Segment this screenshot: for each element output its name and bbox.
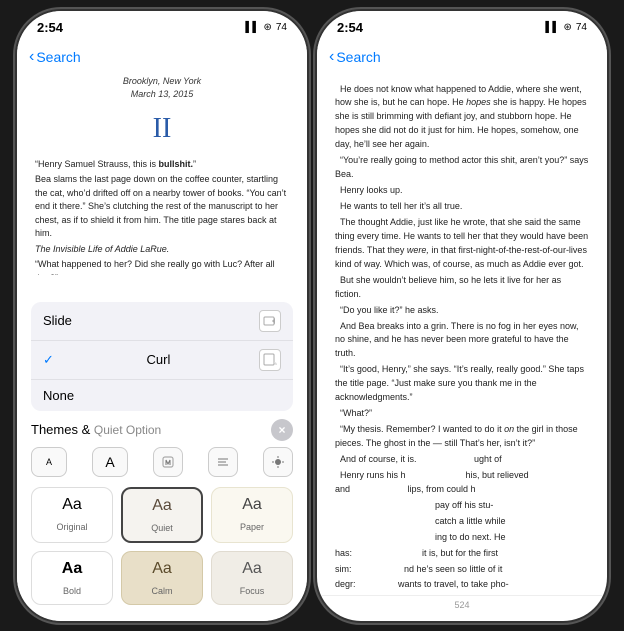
nav-bar-right: ‹ Search xyxy=(317,39,607,75)
theme-paper[interactable]: Aa Paper xyxy=(211,487,293,543)
signal-icon: ▌▌ xyxy=(245,22,259,33)
theme-focus-aa: Aa xyxy=(218,560,286,578)
wifi-icon-right: ⊛ xyxy=(563,22,571,33)
book-chapter: II xyxy=(35,108,289,150)
font-large-button[interactable]: A xyxy=(92,447,128,477)
page-number: 524 xyxy=(317,595,607,614)
font-align-button[interactable] xyxy=(208,447,238,477)
curl-icon xyxy=(259,349,281,371)
theme-focus[interactable]: Aa Focus xyxy=(211,551,293,605)
time-right: 2:54 xyxy=(337,20,363,35)
left-phone: 2:54 ▌▌ ⊛ 74 ‹ Search Brooklyn, New York… xyxy=(17,11,307,621)
theme-paper-label: Paper xyxy=(240,522,264,532)
curl-label: Curl xyxy=(147,352,171,367)
wifi-icon: ⊛ xyxy=(263,22,271,33)
check-icon: ✓ xyxy=(43,352,54,368)
slide-option-curl[interactable]: ✓ Curl xyxy=(31,341,293,380)
theme-original-aa: Aa xyxy=(38,496,106,514)
themes-header: Themes & Quiet Option × xyxy=(31,419,293,441)
right-phone: 2:54 ▌▌ ⊛ 74 ‹ Search He does not know w… xyxy=(317,11,607,621)
theme-bold-label: Bold xyxy=(63,586,81,596)
book-content-left: Brooklyn, New York March 13, 2015 II “He… xyxy=(17,75,307,275)
back-label-right: Search xyxy=(336,49,380,65)
close-button[interactable]: × xyxy=(271,419,293,441)
theme-calm-aa: Aa xyxy=(128,560,196,578)
theme-bold[interactable]: Aa Bold xyxy=(31,551,113,605)
slide-icon xyxy=(259,310,281,332)
battery-right: 74 xyxy=(576,22,587,33)
book-header: Brooklyn, New York March 13, 2015 xyxy=(35,75,289,102)
themes-title: Themes & Quiet Option xyxy=(31,422,161,437)
theme-focus-label: Focus xyxy=(240,586,265,596)
slide-options: Slide ✓ Curl xyxy=(31,302,293,411)
none-label: None xyxy=(43,388,74,403)
status-icons-right: ▌▌ ⊛ 74 xyxy=(545,22,587,33)
slide-label: Slide xyxy=(43,313,72,328)
theme-calm-label: Calm xyxy=(151,586,172,596)
slide-option-slide[interactable]: Slide xyxy=(31,302,293,341)
theme-quiet-label: Quiet xyxy=(151,523,173,533)
book-text: “Henry Samuel Strauss, this is bullshit.… xyxy=(35,158,289,275)
themes-grid: Aa Original Aa Quiet Aa Paper Aa Bold Aa xyxy=(31,487,293,605)
font-small-button[interactable]: A xyxy=(31,447,67,477)
theme-quiet[interactable]: Aa Quiet xyxy=(121,487,203,543)
theme-paper-aa: Aa xyxy=(218,496,286,514)
back-button-right[interactable]: ‹ Search xyxy=(329,48,381,66)
time-left: 2:54 xyxy=(37,20,63,35)
theme-original[interactable]: Aa Original xyxy=(31,487,113,543)
back-label-left: Search xyxy=(36,49,80,65)
back-arrow-icon: ‹ xyxy=(29,48,34,66)
status-icons-left: ▌▌ ⊛ 74 xyxy=(245,22,287,33)
font-style-button[interactable] xyxy=(153,447,183,477)
font-row: A A xyxy=(31,447,293,477)
status-bar-right: 2:54 ▌▌ ⊛ 74 xyxy=(317,11,607,39)
back-arrow-icon-right: ‹ xyxy=(329,48,334,66)
theme-calm[interactable]: Aa Calm xyxy=(121,551,203,605)
overlay-panel: Slide ✓ Curl xyxy=(17,292,307,621)
book-content-right: He does not know what happened to Addie,… xyxy=(317,75,607,595)
theme-bold-aa: Aa xyxy=(38,560,106,578)
signal-icon-right: ▌▌ xyxy=(545,22,559,33)
theme-quiet-aa: Aa xyxy=(129,497,195,515)
back-button-left[interactable]: ‹ Search xyxy=(29,48,81,66)
brightness-button[interactable] xyxy=(263,447,293,477)
theme-original-label: Original xyxy=(56,522,87,532)
status-bar-left: 2:54 ▌▌ ⊛ 74 xyxy=(17,11,307,39)
battery-left: 74 xyxy=(276,22,287,33)
nav-bar-left: ‹ Search xyxy=(17,39,307,75)
slide-option-none[interactable]: None xyxy=(31,380,293,411)
